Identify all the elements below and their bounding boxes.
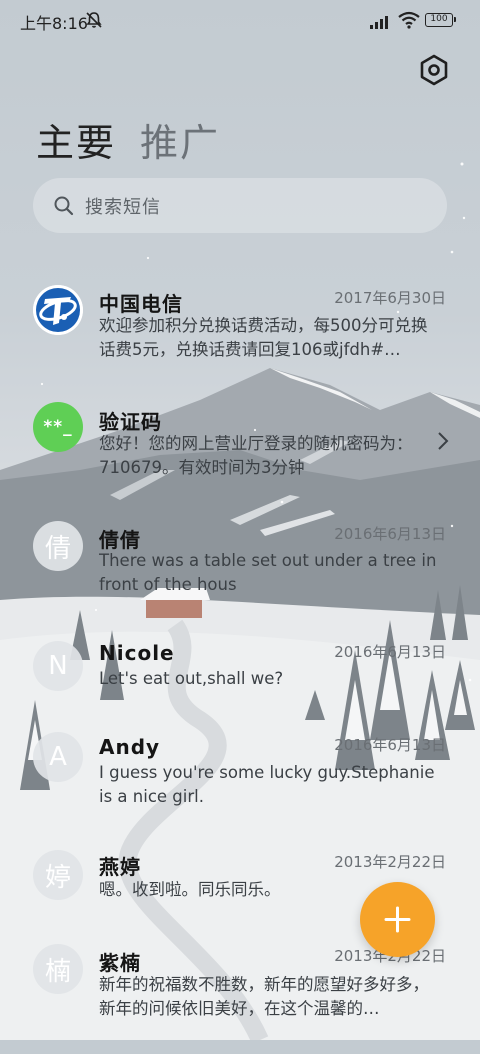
avatar: N [33, 641, 83, 691]
conversation-item[interactable]: 楠 紫楠 2013年2月22日 新年的祝福数不胜数，新年的愿望好多好多，新年的问… [0, 944, 480, 1054]
search-input[interactable]: 搜索短信 [33, 178, 447, 233]
signal-icon [370, 16, 388, 29]
message-preview: 您好！您的网上营业厅登录的随机密码为：710679。有效时间为3分钟 [99, 434, 413, 477]
tab-bar: 主要 推广 [36, 112, 220, 167]
contact-name: 验证码 [99, 410, 162, 434]
conversation-item[interactable]: 中国电信 2017年6月30日 欢迎参加积分兑换话费活动，每500分可兑换话费5… [0, 280, 480, 390]
message-date: 2016年6月13日 [334, 525, 446, 543]
avatar: 楠 [33, 944, 83, 994]
contact-name: 紫楠 [99, 951, 141, 975]
avatar: 婷 [33, 850, 83, 900]
message-preview: I guess you're some lucky guy.Stephanie … [99, 763, 435, 806]
tab-promotions[interactable]: 推广 [140, 112, 220, 167]
conversation-item[interactable]: A Andy 2016年6月13日 I guess you're some lu… [0, 732, 480, 842]
tab-primary[interactable]: 主要 [36, 112, 116, 167]
message-date: 2013年2月22日 [334, 853, 446, 871]
search-placeholder: 搜索短信 [85, 197, 161, 218]
message-preview: 欢迎参加积分兑换话费活动，每500分可兑换话费5元，兑换话费请回复106或jfd… [99, 316, 428, 359]
conversation-item[interactable]: 倩 倩倩 2016年6月13日 There was a table set ou… [0, 518, 480, 628]
message-preview: Let's eat out,shall we? [99, 669, 284, 688]
contact-name: 中国电信 [99, 292, 183, 316]
chevron-right-icon[interactable] [436, 430, 450, 452]
avatar: 倩 [33, 521, 83, 571]
contact-name: 燕婷 [99, 855, 141, 879]
new-message-button[interactable] [360, 882, 435, 957]
settings-hexagon-icon[interactable] [416, 52, 452, 88]
search-icon [54, 196, 74, 216]
battery-icon: 100 [425, 13, 456, 27]
message-date: 2016年6月13日 [334, 736, 446, 754]
message-date: 2016年6月13日 [334, 643, 446, 661]
avatar: A [33, 732, 83, 782]
contact-name: Nicole [99, 641, 175, 665]
status-bar: 上午8:16 100 [0, 0, 480, 42]
mute-icon [86, 12, 102, 28]
china-telecom-logo [33, 285, 83, 335]
verification-code-icon: **_ [33, 402, 83, 452]
message-date: 2017年6月30日 [334, 289, 446, 307]
wifi-icon [398, 11, 420, 29]
message-preview: There was a table set out under a tree i… [99, 551, 437, 594]
conversation-item[interactable]: **_ 验证码 您好！您的网上营业厅登录的随机密码为：710679。有效时间为3… [0, 398, 480, 508]
contact-name: Andy [99, 735, 161, 759]
message-preview: 新年的祝福数不胜数，新年的愿望好多好多，新年的问候依旧美好，在这个温馨的… [99, 975, 429, 1018]
status-time: 上午8:16 [20, 14, 88, 33]
plus-icon [384, 906, 411, 933]
